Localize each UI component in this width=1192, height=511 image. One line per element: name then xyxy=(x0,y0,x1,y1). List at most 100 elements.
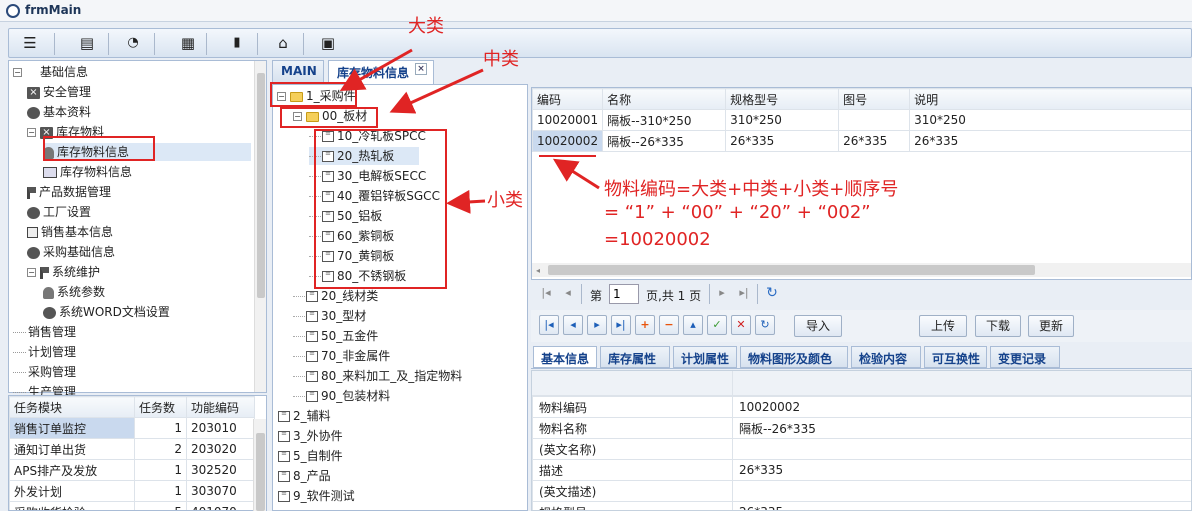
menu-icon[interactable]: ☰ xyxy=(19,33,41,53)
task-scrollbar[interactable] xyxy=(253,419,266,511)
import-button[interactable]: 导入 xyxy=(794,315,842,337)
task-row[interactable]: 销售订单监控 1 203010 xyxy=(9,417,255,439)
rss-icon[interactable]: ◔ xyxy=(122,33,144,53)
expand-toggle-icon[interactable]: − xyxy=(13,68,22,77)
nav-tree-item[interactable]: 库存物料信息 xyxy=(43,143,251,161)
task-row[interactable]: 采购收货检验5401070 xyxy=(9,501,255,510)
page-input[interactable] xyxy=(609,284,639,304)
category-tree-item[interactable]: ≡ 5_自制件 xyxy=(277,447,343,465)
nav-tree-item[interactable]: × 安全管理 xyxy=(27,83,91,101)
nav-tree-item[interactable]: 产品数据管理 xyxy=(27,183,111,201)
property-tab[interactable]: 基本信息 xyxy=(533,346,597,368)
category-tree-item[interactable]: − 00_板材 xyxy=(293,107,367,125)
image-icon[interactable]: ▣ xyxy=(317,33,339,53)
download-button[interactable]: 下载 xyxy=(975,315,1021,337)
first-record-button[interactable]: |◂ xyxy=(539,315,559,335)
property-tab[interactable]: 库存属性 xyxy=(600,346,670,368)
nav-tree-item[interactable]: 采购基础信息 xyxy=(27,243,115,261)
refresh-icon[interactable]: ↻ xyxy=(763,284,781,302)
nav-tree-item[interactable]: 采购管理 xyxy=(13,363,76,381)
category-tree-item[interactable]: ≡ 40_覆铝锌板SGCC xyxy=(309,187,440,205)
task-row[interactable]: 通知订单出货 2 203020 xyxy=(9,438,255,460)
next-page-icon[interactable]: ▸ xyxy=(713,284,731,302)
task-column-header[interactable]: 任务模块 xyxy=(9,396,135,418)
property-value[interactable] xyxy=(732,480,1191,502)
update-button[interactable]: 更新 xyxy=(1028,315,1074,337)
last-page-icon[interactable]: ▸| xyxy=(735,284,753,302)
category-tree-item[interactable]: ≡ 50_五金件 xyxy=(293,327,378,345)
tab-main[interactable]: MAIN xyxy=(272,60,324,82)
nav-tree-item[interactable]: 销售基本信息 xyxy=(27,223,113,241)
grid-column-header[interactable]: 说明 xyxy=(909,88,1191,110)
add-button[interactable]: + xyxy=(635,315,655,335)
inbox-icon[interactable]: ⌂ xyxy=(272,33,294,53)
bookmark-icon[interactable]: ▮ xyxy=(226,33,248,53)
nav-tree-item[interactable]: − 系统维护 xyxy=(27,263,100,281)
property-tab[interactable]: 检验内容 xyxy=(851,346,921,368)
category-tree-item[interactable]: ≡ 60_紫铜板 xyxy=(309,227,394,245)
category-tree-item[interactable]: ≡ 30_型材 xyxy=(293,307,366,325)
nav-tree-item[interactable]: 系统WORD文档设置 xyxy=(43,303,170,321)
nav-tree-item[interactable]: − 基础信息 xyxy=(13,63,88,81)
category-tree-item[interactable]: ≡ 20_热轧板 xyxy=(309,147,419,165)
category-tree-item[interactable]: ≡ 30_电解板SECC xyxy=(309,167,426,185)
nav-tree-item[interactable]: 库存物料信息 xyxy=(43,163,132,181)
close-icon[interactable]: × xyxy=(415,63,427,75)
category-tree-item[interactable]: ≡ 20_线材类 xyxy=(293,287,378,305)
property-value[interactable]: 10020002 xyxy=(732,396,1191,418)
grid-row[interactable]: 10020002 隔板--26*335 26*335 26*335 26*335 xyxy=(532,130,1191,152)
nav-tree-item[interactable]: 工厂设置 xyxy=(27,203,91,221)
task-row[interactable]: APS排产及发放 1 302520 xyxy=(9,459,255,481)
category-tree-item[interactable]: ≡ 2_辅料 xyxy=(277,407,331,425)
calendar-icon[interactable]: ▦ xyxy=(177,33,199,53)
nav-tree-item[interactable]: 销售管理 xyxy=(13,323,76,341)
property-value[interactable]: 26*335 xyxy=(732,459,1191,481)
category-tree-item[interactable]: ≡ 8_产品 xyxy=(277,467,331,485)
last-record-button[interactable]: ▸| xyxy=(611,315,631,335)
tab-material-info[interactable]: 库存物料信息 × xyxy=(328,60,434,84)
nav-tree-item[interactable]: 系统参数 xyxy=(43,283,105,301)
category-tree-item[interactable]: ≡ 9_软件测试 xyxy=(277,487,355,505)
task-column-header[interactable]: 功能编码 xyxy=(186,396,255,418)
property-value[interactable] xyxy=(732,438,1191,460)
grid-column-header[interactable]: 规格型号 xyxy=(725,88,840,110)
grid-hscrollbar[interactable]: ◂ xyxy=(532,263,1191,277)
grid-column-header[interactable]: 编码 xyxy=(532,88,604,110)
grid-column-header[interactable]: 名称 xyxy=(602,88,727,110)
category-tree-item[interactable]: ≡ 80_不锈钢板 xyxy=(309,267,406,285)
category-tree-item[interactable]: ≡ 70_黄铜板 xyxy=(309,247,394,265)
category-tree-item[interactable]: ≡ 70_非金属件 xyxy=(293,347,390,365)
property-tab[interactable]: 计划属性 xyxy=(673,346,737,368)
category-tree-item[interactable]: − 1_采购件 xyxy=(277,87,356,105)
property-tab[interactable]: 可互换性 xyxy=(924,346,987,368)
task-row[interactable]: 外发计划 1 303070 xyxy=(9,480,255,502)
clipboard-icon[interactable]: ▤ xyxy=(76,33,98,53)
property-value[interactable]: 隔板--26*335 xyxy=(732,417,1191,439)
nav-tree-item[interactable]: 基本资料 xyxy=(27,103,91,121)
grid-row[interactable]: 10020001 隔板--310*250 310*250 310*250 xyxy=(532,109,1191,131)
property-tab[interactable]: 变更记录 xyxy=(990,346,1060,368)
cancel-button[interactable]: ✕ xyxy=(731,315,751,335)
property-tab[interactable]: 物料图形及颜色 xyxy=(740,346,848,368)
save-button[interactable]: ✓ xyxy=(707,315,727,335)
grid-column-header[interactable]: 图号 xyxy=(838,88,911,110)
expand-toggle-icon[interactable]: − xyxy=(27,268,36,277)
expand-toggle-icon[interactable]: − xyxy=(293,112,302,121)
nav-scrollbar[interactable] xyxy=(254,61,266,392)
nav-tree-item[interactable]: 计划管理 xyxy=(13,343,76,361)
nav-tree-item[interactable]: − × 库存物料 xyxy=(27,123,104,141)
category-tree-item[interactable]: ≡ 10_冷轧板SPCC xyxy=(309,127,426,145)
expand-toggle-icon[interactable]: − xyxy=(27,128,36,137)
task-column-header[interactable]: 任务数 xyxy=(134,396,187,418)
delete-button[interactable]: − xyxy=(659,315,679,335)
upload-button[interactable]: 上传 xyxy=(919,315,967,337)
reload-button[interactable]: ↻ xyxy=(755,315,775,335)
category-tree-item[interactable]: ≡ 50_铝板 xyxy=(309,207,382,225)
category-tree-item[interactable]: ≡ 80_来料加工_及_指定物料 xyxy=(293,367,462,385)
prev-record-button[interactable]: ◂ xyxy=(563,315,583,335)
expand-toggle-icon[interactable]: − xyxy=(277,92,286,101)
next-record-button[interactable]: ▸ xyxy=(587,315,607,335)
first-page-icon[interactable]: |◂ xyxy=(537,284,555,302)
category-tree-item[interactable]: ≡ 3_外协件 xyxy=(277,427,343,445)
prev-page-icon[interactable]: ◂ xyxy=(559,284,577,302)
